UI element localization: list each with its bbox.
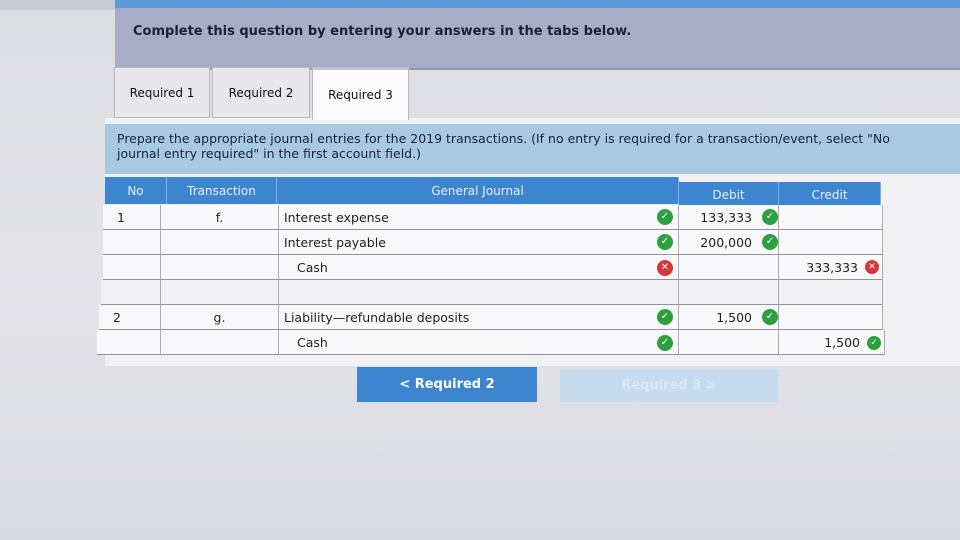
error-icon: ✕ [865,260,879,274]
account-field[interactable]: Liability—refundable deposits [279,305,679,330]
cell-transaction [161,280,279,305]
account-field[interactable]: Interest expense [279,205,679,230]
cell-transaction [161,255,279,280]
table-row: 2 g. Liability—refundable deposits 1,500… [95,305,885,330]
debit-field[interactable] [679,280,779,305]
cell-no [101,280,161,305]
table-row [95,280,885,305]
next-required-button[interactable]: Required 3 > [560,369,778,402]
cell-transaction [161,230,279,255]
header-general-journal: General Journal [277,177,679,204]
header-credit: Credit [779,182,881,207]
cell-no [103,230,161,255]
account-field[interactable]: Cash [279,255,679,280]
credit-field[interactable] [779,205,883,230]
tab-label: Required 1 [129,85,195,100]
tab-label: Required 3 [328,88,393,102]
credit-field[interactable] [779,230,883,255]
table-row: Cash 1,500 ✓ ✓ [95,330,885,355]
check-icon: ✓ [867,336,881,350]
instructions: Prepare the appropriate journal entries … [105,124,960,174]
header-debit: Debit [679,182,779,207]
account-field[interactable]: Interest payable [279,230,679,255]
check-icon: ✓ [657,335,673,351]
instruction-banner: Complete this question by entering your … [115,8,960,70]
debit-field[interactable] [679,255,779,280]
tab-required-1[interactable]: Required 1 [114,67,210,118]
credit-field[interactable] [779,280,883,305]
cell-no: 2 [99,305,161,330]
check-icon: ✓ [762,209,778,225]
table-row: 1 f. Interest expense 133,333 ✓ ✓ [95,205,885,230]
check-icon: ✓ [657,309,673,325]
header-transaction: Transaction [167,177,277,204]
error-icon: ✕ [657,260,673,276]
instruction-line-2: journal entry required" in the first acc… [117,146,421,161]
debit-field[interactable] [679,330,779,355]
cell-no [97,330,161,355]
cell-transaction: g. [161,305,279,330]
check-icon: ✓ [657,209,673,225]
account-field[interactable]: Cash [279,330,679,355]
tab-required-2[interactable]: Required 2 [212,67,310,118]
check-icon: ✓ [762,234,778,250]
cell-transaction [161,330,279,355]
credit-field[interactable] [779,305,883,330]
cell-transaction: f. [161,205,279,230]
previous-required-button[interactable]: < Required 2 [357,367,537,402]
table-row: Cash 333,333 ✕ ✕ [95,255,885,280]
cell-no [103,255,161,280]
top-blue-bar [115,0,960,8]
cell-no: 1 [103,205,161,230]
header-no: No [105,177,167,204]
account-field[interactable] [279,280,679,305]
check-icon: ✓ [657,234,673,250]
tab-required-3[interactable]: Required 3 [312,67,409,120]
check-icon: ✓ [762,309,778,325]
banner-text: Complete this question by entering your … [133,24,632,39]
instruction-line-1: Prepare the appropriate journal entries … [117,131,890,146]
table-row: Interest payable 200,000 ✓ ✓ [95,230,885,255]
tab-label: Required 2 [228,85,294,100]
